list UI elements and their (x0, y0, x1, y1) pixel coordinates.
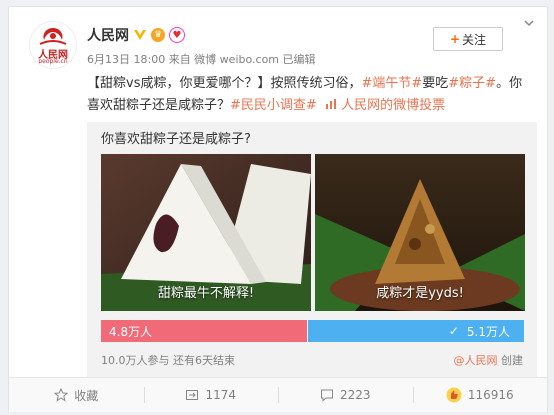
vote-link-text: 人民网的微博投票 (341, 98, 446, 113)
thumbs-up-icon (446, 387, 462, 403)
favorite-button[interactable]: 收藏 (9, 378, 144, 412)
vote-creator: @人民网 创建 (454, 352, 524, 368)
follow-button[interactable]: + 关注 (433, 27, 503, 51)
post-text-part: 【甜粽vs咸粽，你更爱哪个？】按照传统习俗， (87, 76, 362, 91)
vote-option-label: 咸粽才是yyds! (376, 286, 464, 301)
like-count: 116916 (467, 388, 514, 402)
comment-count: 2223 (339, 388, 371, 402)
verified-v-icon (133, 28, 147, 42)
creator-link[interactable]: @人民网 (454, 354, 498, 367)
author-name[interactable]: 人民网 (87, 25, 129, 45)
people-logo-icon (39, 28, 67, 45)
plus-icon: + (449, 32, 461, 46)
hashtag-dragon-boat[interactable]: #端午节# (361, 76, 422, 91)
repost-count: 1174 (205, 388, 237, 402)
vote-panel: 你喜欢甜粽子还是咸粽子? 甜粽最牛不解释! 咸粽才是yyds! 4.8万人 ✓ … (87, 122, 537, 377)
comment-button[interactable]: 2223 (278, 378, 413, 412)
repost-button[interactable]: 1174 (143, 378, 279, 412)
post-text: 【甜粽vs咸粽，你更爱哪个？】按照传统习俗，#端午节#要吃#粽子#。你喜欢甜粽子… (87, 73, 527, 117)
vote-count: 4.8万人 (109, 324, 153, 339)
author-row: 人民网 ♛ ♥ (87, 25, 185, 45)
post-text-part: 要吃 (422, 76, 449, 91)
vote-option-sweet[interactable]: 甜粽最牛不解释! (101, 154, 311, 311)
created-label: 创建 (501, 354, 523, 367)
like-button[interactable]: 116916 (412, 378, 548, 412)
avatar[interactable]: 人民网 people.cn (29, 21, 77, 69)
action-bar: 收藏 1174 2223 116916 (9, 377, 547, 412)
vote-footer: 10.0万人参与 还有6天结束 (101, 354, 235, 367)
hashtag-zongzi[interactable]: #粽子# (448, 76, 496, 91)
vote-option-label: 甜粽最牛不解释! (157, 286, 255, 301)
chevron-down-icon[interactable] (523, 17, 535, 29)
avatar-logo-sub: people.cn (38, 58, 68, 65)
comment-icon (320, 389, 333, 402)
weibo-post-card: 人民网 people.cn 人民网 ♛ ♥ 6月13日 18:00 来自 微博 … (8, 6, 548, 412)
star-icon (54, 388, 69, 402)
vote-link-icon (325, 99, 336, 109)
vote-question: 你喜欢甜粽子还是咸粽子? (101, 132, 251, 147)
vote-link[interactable]: 人民网的微博投票 (321, 98, 445, 113)
vote-result-bar-salty[interactable]: ✓ 5.1万人 (308, 320, 524, 342)
vote-option-salty[interactable]: 咸粽才是yyds! (315, 154, 525, 311)
member-crown-icon: ♛ (151, 28, 165, 42)
vote-count: 5.1万人 (466, 324, 510, 339)
post-meta: 6月13日 18:00 来自 微博 weibo.com 已编辑 (87, 53, 316, 66)
vote-result-bar-sweet[interactable]: 4.8万人 (101, 320, 307, 342)
favorite-label: 收藏 (74, 388, 99, 403)
repost-icon (186, 390, 199, 400)
check-icon: ✓ (448, 324, 459, 338)
follow-label: 关注 (462, 32, 487, 47)
event-badge-icon: ♥ (169, 27, 185, 43)
hashtag-survey[interactable]: #民民小调查# (230, 98, 317, 113)
